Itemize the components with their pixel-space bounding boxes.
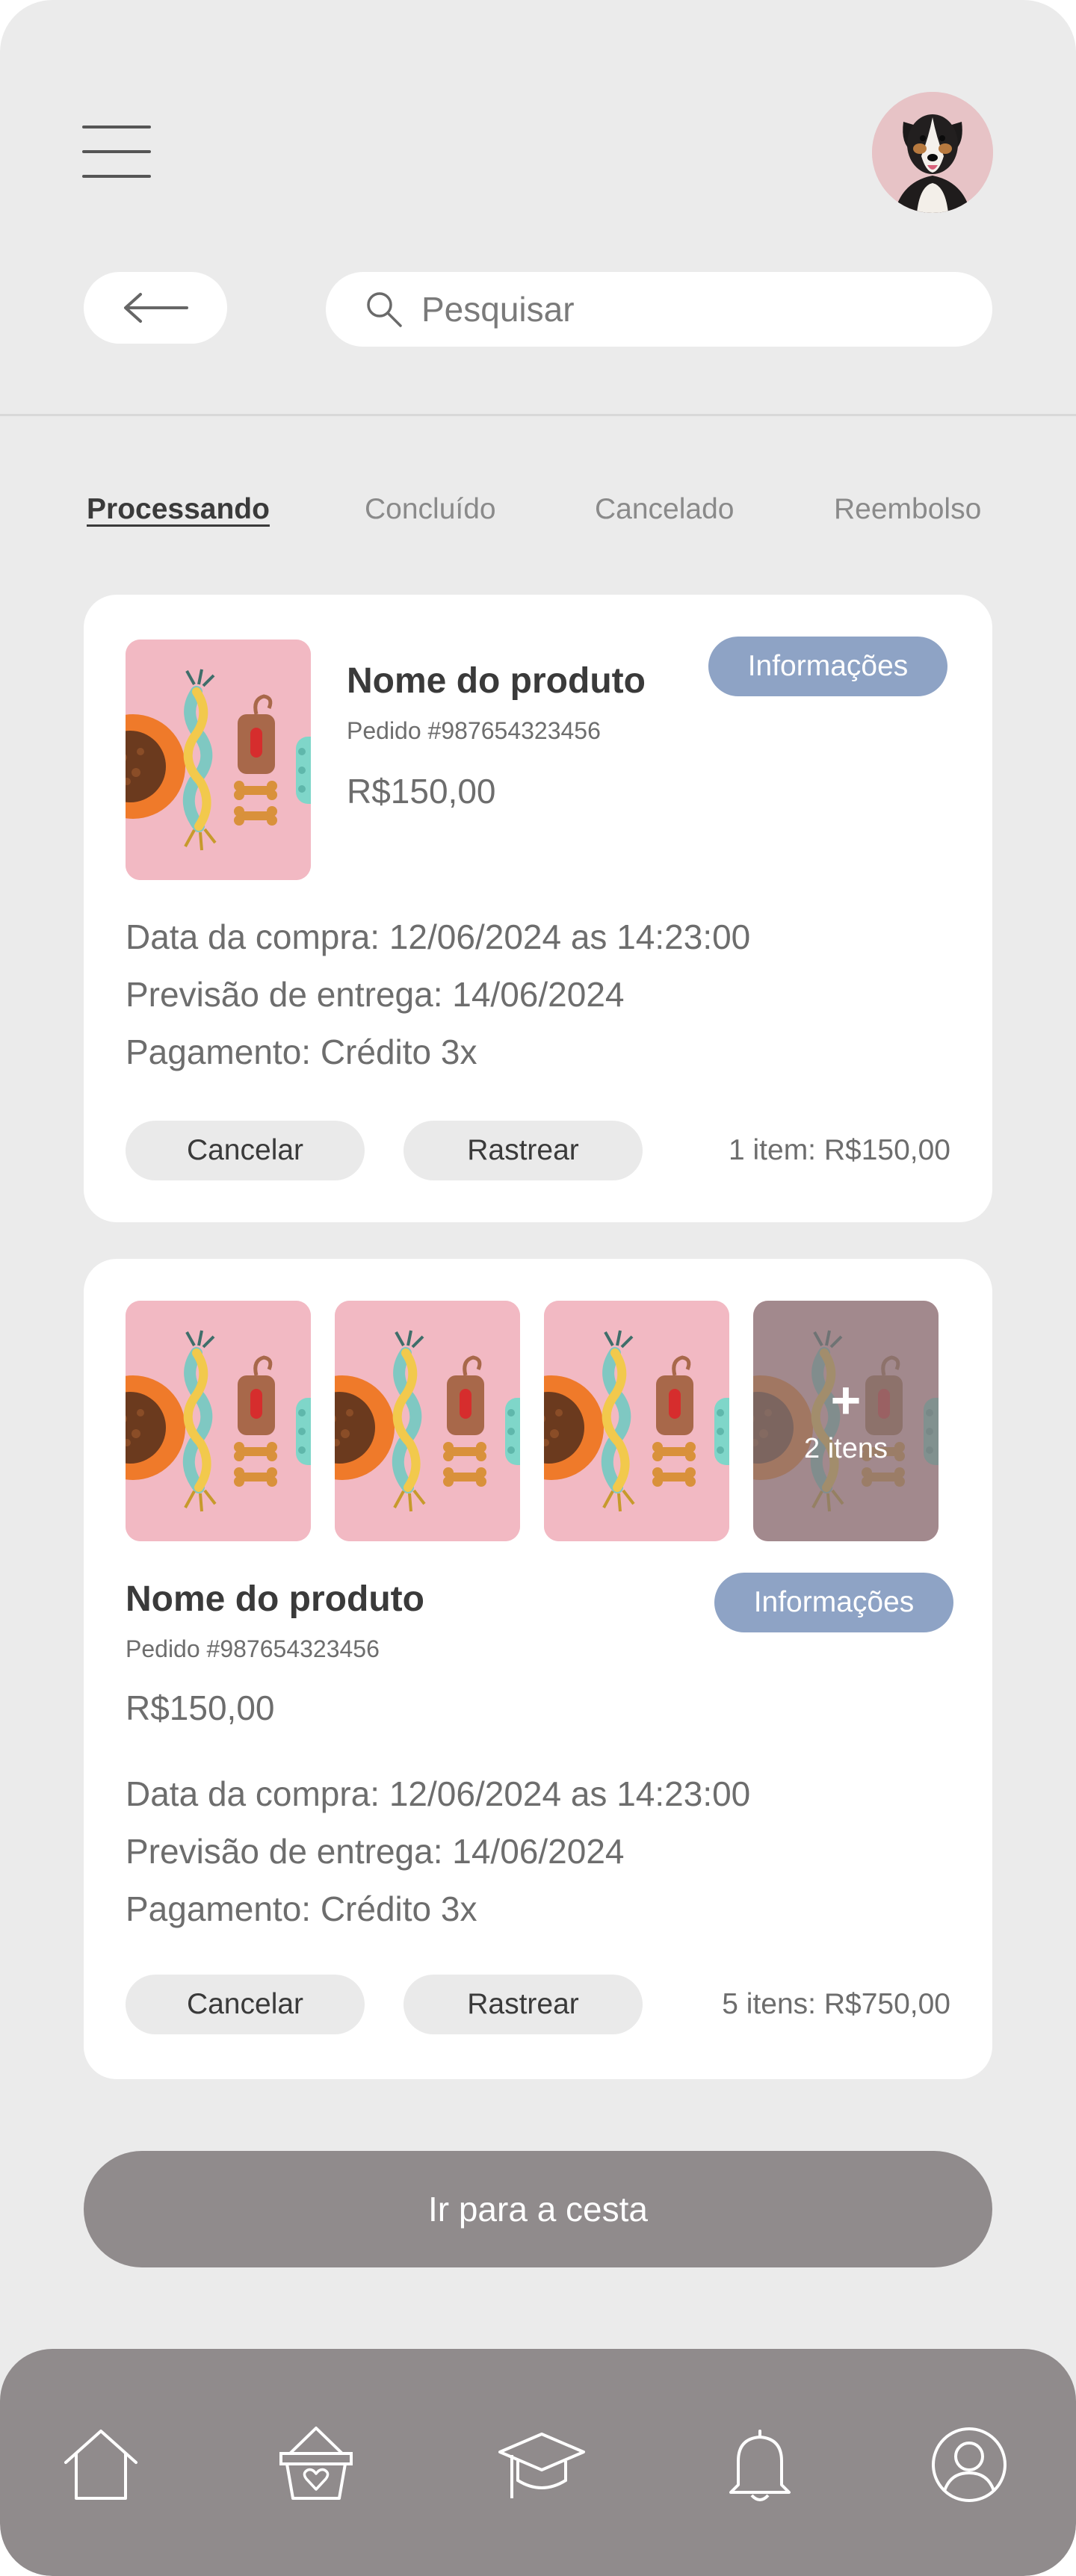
basket-icon xyxy=(279,2427,353,2500)
product-image[interactable] xyxy=(126,1301,311,1541)
product-image[interactable] xyxy=(335,1301,520,1541)
nav-courses[interactable] xyxy=(497,2424,585,2506)
product-price: R$150,00 xyxy=(347,772,496,811)
info-button[interactable]: Informações xyxy=(708,637,947,696)
cancel-button[interactable]: Cancelar xyxy=(126,1975,365,2034)
payment-method: Pagamento: Crédito 3x xyxy=(126,1032,477,1071)
tab-concluido[interactable]: Concluído xyxy=(365,493,496,526)
tab-cancelado[interactable]: Cancelado xyxy=(595,493,734,526)
tab-processando[interactable]: Processando xyxy=(87,493,270,526)
arrow-left-icon xyxy=(124,293,188,323)
order-card: Nome do produto Pedido #987654323456 R$1… xyxy=(84,595,992,1222)
order-details: Data da compra: 12/06/2024 as 14:23:00 P… xyxy=(126,1765,750,1938)
delivery-estimate: Previsão de entrega: 14/06/2024 xyxy=(126,975,625,1014)
delivery-estimate: Previsão de entrega: 14/06/2024 xyxy=(126,1832,625,1871)
track-button[interactable]: Rastrear xyxy=(404,1975,643,2034)
nav-profile[interactable] xyxy=(928,2424,1010,2506)
product-name: Nome do produto xyxy=(347,661,646,701)
tab-reembolso[interactable]: Reembolso xyxy=(834,493,981,526)
search-icon xyxy=(367,292,402,327)
order-status-tabs: Processando Concluído Cancelado Reembols… xyxy=(0,493,1076,538)
order-details: Data da compra: 12/06/2024 as 14:23:00 P… xyxy=(126,908,750,1081)
purchase-date: Data da compra: 12/06/2024 as 14:23:00 xyxy=(126,917,751,956)
nav-home[interactable] xyxy=(60,2424,142,2506)
divider xyxy=(0,414,1076,416)
bell-icon xyxy=(729,2430,791,2501)
product-name: Nome do produto xyxy=(126,1579,424,1619)
hamburger-menu-icon[interactable] xyxy=(82,126,151,178)
order-total: 1 item: R$150,00 xyxy=(728,1134,950,1166)
graduation-cap-icon xyxy=(498,2433,585,2498)
cancel-button[interactable]: Cancelar xyxy=(126,1121,365,1180)
track-button[interactable]: Rastrear xyxy=(404,1121,643,1180)
product-image[interactable] xyxy=(544,1301,729,1541)
product-price: R$150,00 xyxy=(126,1688,275,1727)
app-screen: Processando Concluído Cancelado Reembols… xyxy=(0,0,1076,2576)
home-icon xyxy=(64,2430,137,2500)
product-image[interactable] xyxy=(126,640,311,880)
avatar[interactable] xyxy=(872,92,993,213)
order-total: 5 itens: R$750,00 xyxy=(722,1988,950,2020)
more-items-thumbnail[interactable]: + 2 itens xyxy=(753,1301,939,1541)
go-to-basket-button[interactable]: Ir para a cesta xyxy=(84,2151,992,2267)
bottom-nav xyxy=(0,2349,1076,2576)
search-input[interactable] xyxy=(421,289,944,329)
nav-basket[interactable] xyxy=(275,2424,357,2506)
info-button[interactable]: Informações xyxy=(714,1573,953,1632)
order-number: Pedido #987654323456 xyxy=(126,1635,380,1662)
order-card: + 2 itens Nome do produto Pedido #987654… xyxy=(84,1259,992,2079)
user-icon xyxy=(932,2427,1007,2502)
plus-icon: + xyxy=(830,1370,862,1429)
more-items-count: 2 itens xyxy=(804,1432,888,1464)
more-items-overlay: + 2 itens xyxy=(753,1301,939,1541)
back-button[interactable] xyxy=(84,272,227,344)
nav-notifications[interactable] xyxy=(719,2424,801,2506)
search-bar[interactable] xyxy=(326,272,992,347)
payment-method: Pagamento: Crédito 3x xyxy=(126,1889,477,1928)
order-number: Pedido #987654323456 xyxy=(347,717,601,744)
purchase-date: Data da compra: 12/06/2024 as 14:23:00 xyxy=(126,1774,751,1813)
